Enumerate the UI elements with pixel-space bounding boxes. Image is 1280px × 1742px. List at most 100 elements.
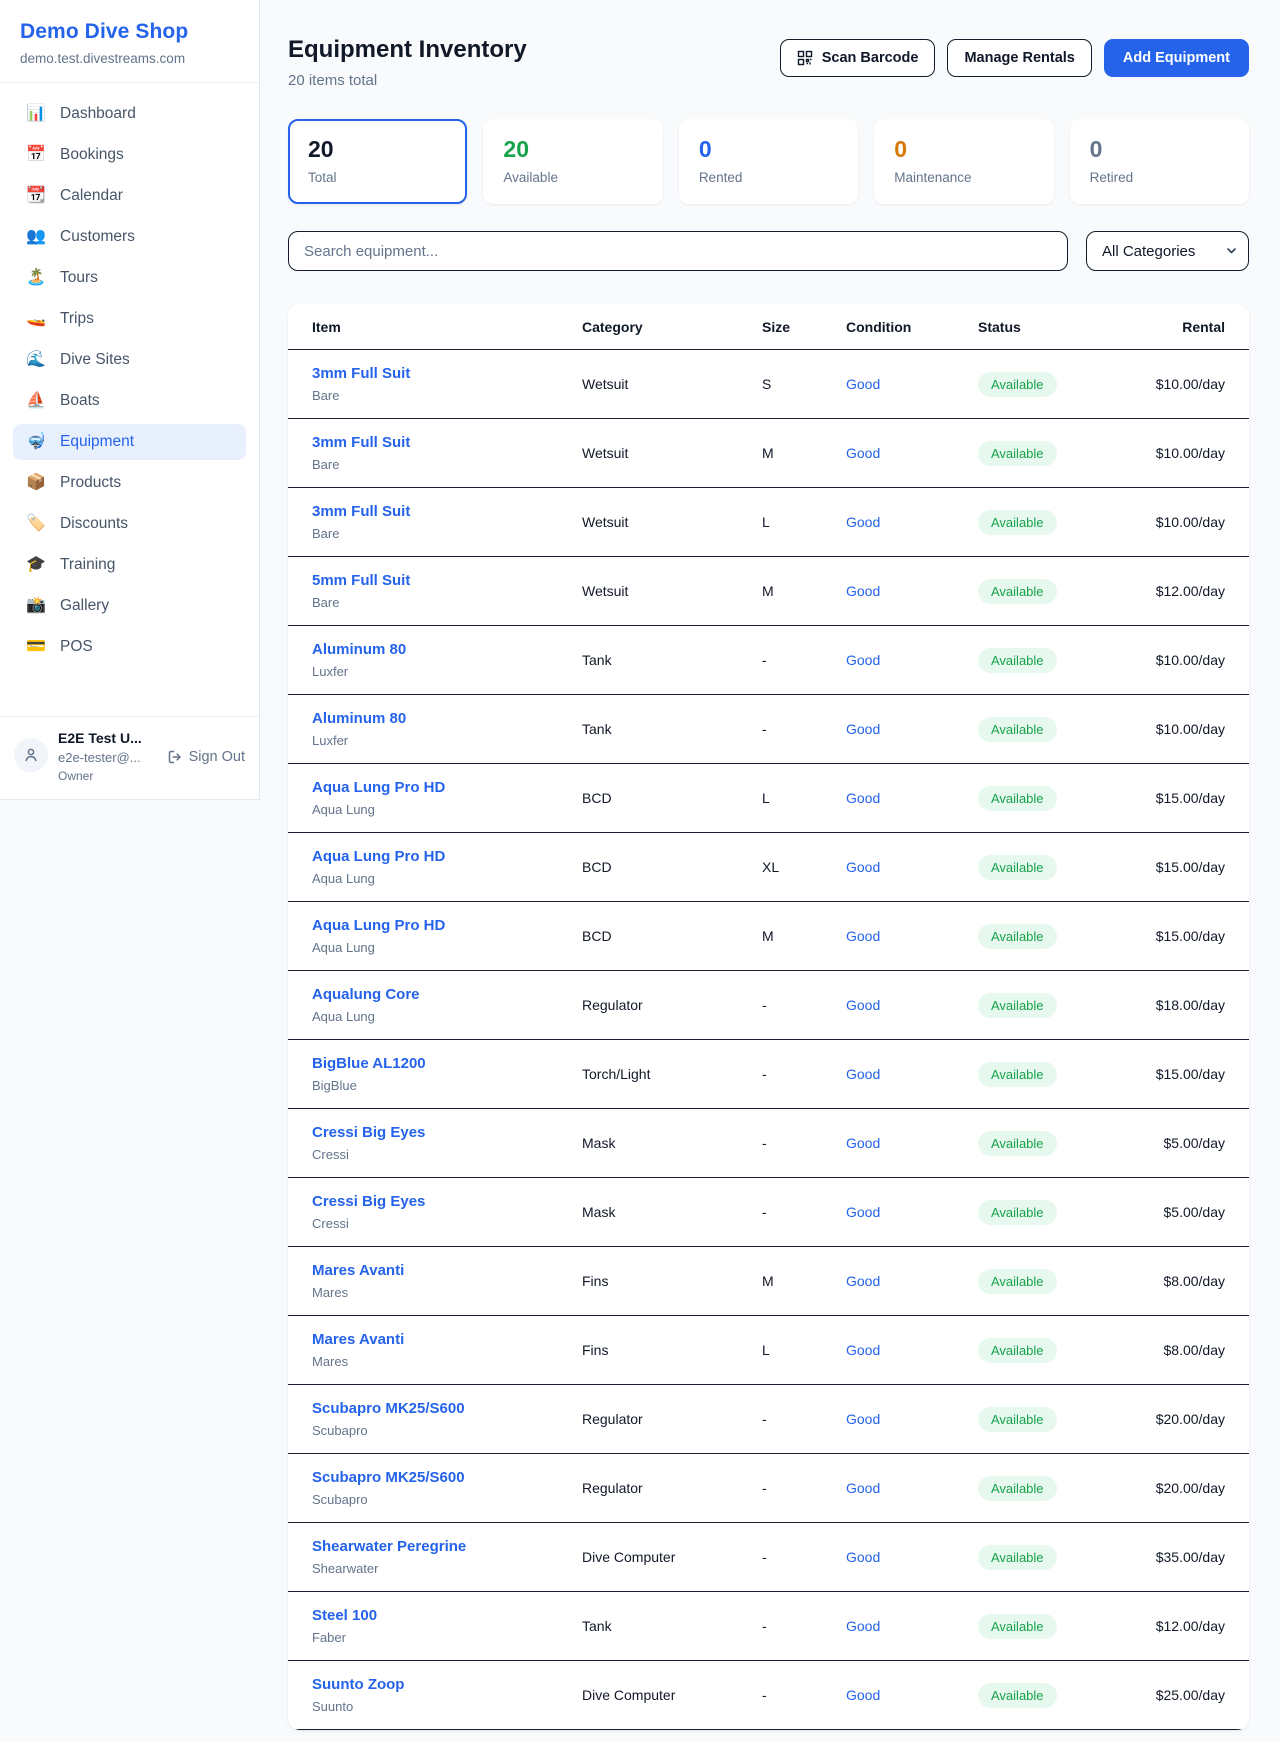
category-select[interactable]: All Categories <box>1086 231 1249 271</box>
item-category: BCD <box>582 859 762 875</box>
condition-link[interactable]: Good <box>846 1549 978 1565</box>
item-size: - <box>762 652 846 668</box>
stat-label: Available <box>503 170 642 185</box>
item-category: Fins <box>582 1273 762 1289</box>
condition-link[interactable]: Good <box>846 859 978 875</box>
status-cell: Available <box>978 1683 1130 1708</box>
stat-card-available[interactable]: 20 Available <box>483 119 662 204</box>
condition-link[interactable]: Good <box>846 1687 978 1703</box>
manage-rentals-label: Manage Rentals <box>964 50 1074 66</box>
column-header-item: Item <box>312 319 582 335</box>
table-row: Shearwater Peregrine Shearwater Dive Com… <box>288 1523 1249 1592</box>
condition-link[interactable]: Good <box>846 445 978 461</box>
package-icon: 📦 <box>25 475 47 491</box>
table-row: Mares Avanti Mares Fins M Good Available… <box>288 1247 1249 1316</box>
sidebar-item-products[interactable]: 📦 Products <box>13 465 246 501</box>
sidebar-item-equipment[interactable]: 🤿 Equipment <box>13 424 246 460</box>
condition-link[interactable]: Good <box>846 652 978 668</box>
sidebar-item-discounts[interactable]: 🏷️ Discounts <box>13 506 246 542</box>
condition-link[interactable]: Good <box>846 997 978 1013</box>
sidebar-item-calendar[interactable]: 📆 Calendar <box>13 178 246 214</box>
rental-rate: $25.00/day <box>1130 1687 1225 1703</box>
item-link-suunto-zoop[interactable]: Suunto Zoop <box>312 1676 404 1693</box>
condition-link[interactable]: Good <box>846 928 978 944</box>
item-link-aqua-lung-pro-hd[interactable]: Aqua Lung Pro HD <box>312 779 445 796</box>
stat-value: 0 <box>699 136 838 163</box>
condition-link[interactable]: Good <box>846 583 978 599</box>
condition-link[interactable]: Good <box>846 1273 978 1289</box>
sidebar-item-boats[interactable]: ⛵ Boats <box>13 383 246 419</box>
sidebar-nav: 📊 Dashboard 📅 Bookings 📆 Calendar 👥 Cust… <box>0 83 259 716</box>
condition-link[interactable]: Good <box>846 514 978 530</box>
condition-link[interactable]: Good <box>846 1066 978 1082</box>
item-link-3mm-full-suit[interactable]: 3mm Full Suit <box>312 434 410 451</box>
condition-link[interactable]: Good <box>846 721 978 737</box>
item-link-aluminum-80[interactable]: Aluminum 80 <box>312 641 406 658</box>
sidebar-item-gallery[interactable]: 📸 Gallery <box>13 588 246 624</box>
user-role: Owner <box>58 769 142 783</box>
sidebar-item-dashboard[interactable]: 📊 Dashboard <box>13 96 246 132</box>
condition-link[interactable]: Good <box>846 1618 978 1634</box>
item-link-3mm-full-suit[interactable]: 3mm Full Suit <box>312 365 410 382</box>
add-equipment-button[interactable]: Add Equipment <box>1104 39 1249 77</box>
sidebar-item-customers[interactable]: 👥 Customers <box>13 219 246 255</box>
status-cell: Available <box>978 1407 1130 1432</box>
sign-out-button[interactable]: Sign Out <box>167 749 245 765</box>
sidebar-item-trips[interactable]: 🚤 Trips <box>13 301 246 337</box>
item-link-shearwater-peregrine[interactable]: Shearwater Peregrine <box>312 1538 466 1555</box>
condition-link[interactable]: Good <box>846 1480 978 1496</box>
item-link-aqua-lung-pro-hd[interactable]: Aqua Lung Pro HD <box>312 917 445 934</box>
stat-value: 0 <box>894 136 1033 163</box>
scan-barcode-button[interactable]: Scan Barcode <box>780 39 936 77</box>
sidebar-item-dive-sites[interactable]: 🌊 Dive Sites <box>13 342 246 378</box>
item-cell: Scubapro MK25/S600 Scubapro <box>312 1469 582 1507</box>
item-link-mares-avanti[interactable]: Mares Avanti <box>312 1262 404 1279</box>
condition-link[interactable]: Good <box>846 376 978 392</box>
stat-card-total[interactable]: 20 Total <box>288 119 467 204</box>
sidebar-item-training[interactable]: 🎓 Training <box>13 547 246 583</box>
status-cell: Available <box>978 1545 1130 1570</box>
brand-name[interactable]: Demo Dive Shop <box>20 20 239 44</box>
column-header-rental: Rental <box>1130 319 1225 335</box>
sidebar-item-bookings[interactable]: 📅 Bookings <box>13 137 246 173</box>
item-link-bigblue-al1200[interactable]: BigBlue AL1200 <box>312 1055 426 1072</box>
item-link-cressi-big-eyes[interactable]: Cressi Big Eyes <box>312 1124 425 1141</box>
logout-icon <box>167 749 183 765</box>
condition-link[interactable]: Good <box>846 1135 978 1151</box>
stat-value: 20 <box>503 136 642 163</box>
item-category: Dive Computer <box>582 1687 762 1703</box>
item-link-cressi-big-eyes[interactable]: Cressi Big Eyes <box>312 1193 425 1210</box>
item-category: Tank <box>582 721 762 737</box>
condition-link[interactable]: Good <box>846 1204 978 1220</box>
page-header: Equipment Inventory 20 items total Scan … <box>288 36 1249 89</box>
item-link-scubapro-mk25-s600[interactable]: Scubapro MK25/S600 <box>312 1469 465 1486</box>
item-brand: Cressi <box>312 1147 582 1162</box>
condition-link[interactable]: Good <box>846 1411 978 1427</box>
item-link-steel-100[interactable]: Steel 100 <box>312 1607 377 1624</box>
condition-link[interactable]: Good <box>846 790 978 806</box>
item-link-3mm-full-suit[interactable]: 3mm Full Suit <box>312 503 410 520</box>
item-brand: Scubapro <box>312 1423 582 1438</box>
stat-card-rented[interactable]: 0 Rented <box>679 119 858 204</box>
stat-card-retired[interactable]: 0 Retired <box>1070 119 1249 204</box>
condition-link[interactable]: Good <box>846 1342 978 1358</box>
item-size: S <box>762 376 846 392</box>
item-cell: Shearwater Peregrine Shearwater <box>312 1538 582 1576</box>
status-cell: Available <box>978 579 1130 604</box>
status-cell: Available <box>978 648 1130 673</box>
manage-rentals-button[interactable]: Manage Rentals <box>947 39 1091 77</box>
sidebar-item-pos[interactable]: 💳 POS <box>13 629 246 665</box>
item-link-scubapro-mk25-s600[interactable]: Scubapro MK25/S600 <box>312 1400 465 1417</box>
sidebar-item-tours[interactable]: 🏝️ Tours <box>13 260 246 296</box>
stat-card-maintenance[interactable]: 0 Maintenance <box>874 119 1053 204</box>
item-link-5mm-full-suit[interactable]: 5mm Full Suit <box>312 572 410 589</box>
search-input[interactable] <box>288 231 1068 271</box>
rental-rate: $15.00/day <box>1130 859 1225 875</box>
item-link-aqualung-core[interactable]: Aqualung Core <box>312 986 420 1003</box>
table-row: 3mm Full Suit Bare Wetsuit S Good Availa… <box>288 350 1249 419</box>
item-link-aluminum-80[interactable]: Aluminum 80 <box>312 710 406 727</box>
item-link-aqua-lung-pro-hd[interactable]: Aqua Lung Pro HD <box>312 848 445 865</box>
status-cell: Available <box>978 717 1130 742</box>
brand-domain: demo.test.divestreams.com <box>20 51 239 66</box>
item-link-mares-avanti[interactable]: Mares Avanti <box>312 1331 404 1348</box>
